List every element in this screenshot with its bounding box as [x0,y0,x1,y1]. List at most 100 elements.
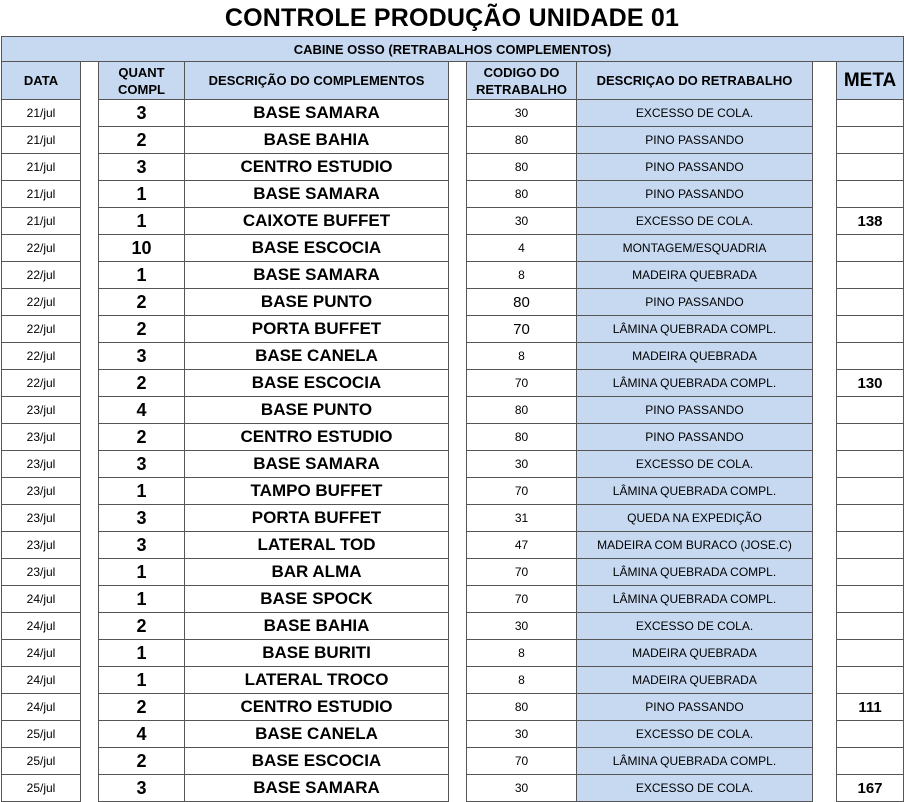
spacer-column [448,477,467,505]
spacer-column [448,639,467,667]
rework-code-cell: 8 [466,342,577,370]
spacer-column [80,585,99,613]
sheet-title: CONTROLE PRODUÇÃO UNIDADE 01 [224,3,680,32]
rework-code-cell: 30 [466,207,577,235]
meta-cell [835,450,904,478]
table-row: 24/jul 1 LATERAL TROCO 8 MADEIRA QUEBRADA [1,666,904,694]
rework-code-cell: 70 [466,369,577,397]
table-row: 24/jul 1 BASE BURITI 8 MADEIRA QUEBRADA [1,639,904,667]
spacer-column [80,774,99,802]
meta-cell [835,180,904,208]
date-cell: 24/jul [1,585,81,613]
description-cell: BASE ESCOCIA [184,369,449,397]
spacer-column [448,315,467,343]
spacer-column [448,666,467,694]
quantity-cell: 3 [98,99,185,127]
quantity-cell: 3 [98,342,185,370]
table-row: 23/jul 3 BASE SAMARA 30 EXCESSO DE COLA. [1,450,904,478]
description-cell: BASE PUNTO [184,396,449,424]
spacer-column [812,612,837,640]
date-cell: 24/jul [1,612,81,640]
spacer-column [812,450,837,478]
table-row: 21/jul 3 CENTRO ESTUDIO 80 PINO PASSANDO [1,153,904,181]
spacer-column [812,423,837,451]
quantity-cell: 10 [98,234,185,262]
spacer-column [448,720,467,748]
meta-cell [835,99,904,127]
header-quant: QUANT COMPL [98,61,185,100]
spacer-column [80,396,99,424]
date-cell: 22/jul [1,288,81,316]
spacer-column [448,369,467,397]
quantity-cell: 3 [98,153,185,181]
quantity-cell: 2 [98,612,185,640]
meta-cell [835,396,904,424]
description-cell: LATERAL TOD [184,531,449,559]
spacer-column [448,234,467,262]
spacer-column [80,234,99,262]
spacer-column [80,747,99,775]
description-cell: BASE CANELA [184,720,449,748]
table-row: 23/jul 3 PORTA BUFFET 31 QUEDA NA EXPEDIÇÃO [1,504,904,532]
date-cell: 23/jul [1,504,81,532]
spacer-column [448,693,467,721]
date-cell: 21/jul [1,126,81,154]
rework-code-cell: 8 [466,639,577,667]
description-cell: BASE SAMARA [184,774,449,802]
spacer-column [80,477,99,505]
rework-code-cell: 30 [466,99,577,127]
description-cell: PORTA BUFFET [184,504,449,532]
description-cell: BASE SAMARA [184,450,449,478]
date-cell: 22/jul [1,315,81,343]
spacer-column [80,342,99,370]
spacer-column [812,396,837,424]
meta-cell: 167 [835,774,904,802]
date-cell: 21/jul [1,180,81,208]
table-row: 24/jul 2 CENTRO ESTUDIO 80 PINO PASSANDO 111 [1,693,904,721]
quantity-cell: 2 [98,288,185,316]
table-row: 22/jul 2 PORTA BUFFET 70 LÂMINA QUEBRADA COM… [1,315,904,343]
meta-cell [835,747,904,775]
rework-code-cell: 4 [466,234,577,262]
meta-cell [835,315,904,343]
rework-description-cell: PINO PASSANDO [576,153,813,181]
date-cell: 23/jul [1,558,81,586]
quantity-cell: 1 [98,261,185,289]
spacer-column [80,261,99,289]
rework-description-cell: PINO PASSANDO [576,288,813,316]
meta-cell: 138 [835,207,904,235]
table-row: 21/jul 1 BASE SAMARA 80 PINO PASSANDO [1,180,904,208]
rework-description-cell: PINO PASSANDO [576,180,813,208]
rework-code-cell: 70 [466,558,577,586]
rework-description-cell: PINO PASSANDO [576,423,813,451]
description-cell: BAR ALMA [184,558,449,586]
spacer-column [812,585,837,613]
meta-cell [835,126,904,154]
header-retrabalho: DESCRIÇAO DO RETRABALHO [576,61,813,100]
rework-description-cell: EXCESSO DE COLA. [576,207,813,235]
quantity-cell: 1 [98,666,185,694]
quantity-cell: 2 [98,423,185,451]
quantity-cell: 2 [98,747,185,775]
description-cell: LATERAL TROCO [184,666,449,694]
table-row: 25/jul 4 BASE CANELA 30 EXCESSO DE COLA. [1,720,904,748]
date-cell: 23/jul [1,423,81,451]
spacer-column [448,612,467,640]
spacer-column [812,504,837,532]
meta-cell [835,288,904,316]
date-cell: 22/jul [1,369,81,397]
table-row: 23/jul 1 TAMPO BUFFET 70 LÂMINA QUEBRADA COM… [1,477,904,505]
spacer-column [80,207,99,235]
description-cell: BASE BAHIA [184,612,449,640]
spacer-column [448,504,467,532]
description-cell: CENTRO ESTUDIO [184,423,449,451]
rework-description-cell: EXCESSO DE COLA. [576,720,813,748]
description-cell: CENTRO ESTUDIO [184,153,449,181]
spacer-column [448,558,467,586]
quantity-cell: 1 [98,558,185,586]
spacer-column [448,288,467,316]
rework-description-cell: MONTAGEM/ESQUADRIA [576,234,813,262]
quantity-cell: 2 [98,315,185,343]
rework-code-cell: 70 [466,747,577,775]
spacer-column [80,693,99,721]
